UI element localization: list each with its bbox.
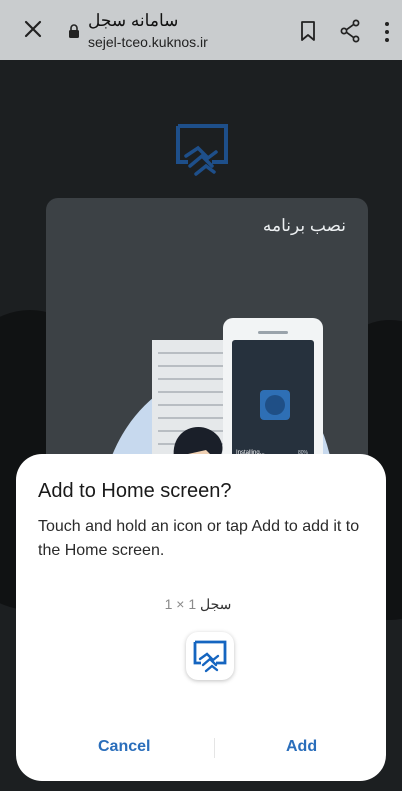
dialog-description: Touch and hold an icon or tap Add to add…	[38, 518, 360, 559]
app-name: سجل	[200, 596, 232, 612]
more-options-icon[interactable]	[383, 21, 391, 43]
dialog-title: Add to Home screen?	[38, 480, 232, 502]
button-divider	[214, 738, 215, 758]
app-icon[interactable]	[186, 632, 234, 680]
add-button[interactable]: Add	[286, 738, 317, 756]
app-size: 1 × 1	[164, 596, 197, 612]
browser-top-bar: سامانه سجل sejel-tceo.kuknos.ir	[0, 0, 402, 60]
add-to-home-dialog: Add to Home screen? Touch and hold an ic…	[16, 454, 386, 781]
cancel-button[interactable]: Cancel	[98, 738, 150, 756]
site-title: سامانه سجل	[88, 11, 179, 30]
lock-icon	[69, 24, 79, 38]
site-url[interactable]: sejel-tceo.kuknos.ir	[88, 34, 208, 50]
sejel-logo-icon	[176, 124, 228, 176]
install-card-title: نصب برنامه	[262, 216, 346, 235]
app-info-line: سجل 1 × 1	[16, 596, 386, 613]
close-icon[interactable]	[20, 16, 46, 42]
share-icon[interactable]	[339, 19, 361, 43]
sejel-app-icon	[193, 640, 227, 673]
bookmark-icon[interactable]	[299, 20, 317, 42]
